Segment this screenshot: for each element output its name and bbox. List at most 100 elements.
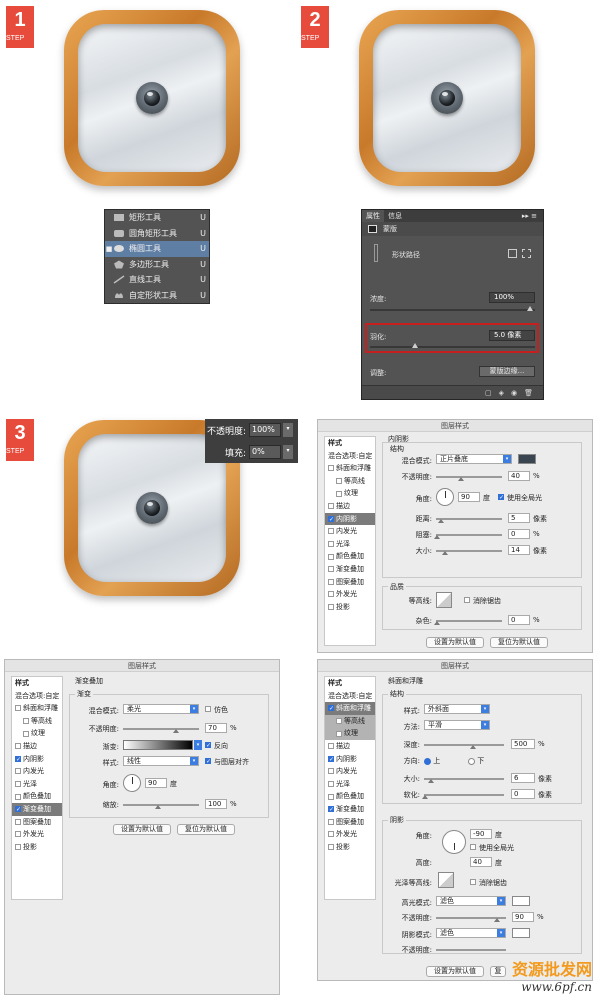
checkbox[interactable]: ✓ bbox=[15, 755, 21, 762]
soften-slider-handle[interactable] bbox=[422, 795, 428, 799]
reset-default-button[interactable]: 复位为默认值 bbox=[490, 637, 548, 648]
distance-slider[interactable] bbox=[436, 518, 502, 520]
style-item-bevel[interactable]: 斜面和浮雕 bbox=[325, 462, 375, 475]
reset-default-button[interactable]: 复位为默认值 bbox=[177, 824, 235, 835]
checkbox[interactable] bbox=[328, 503, 334, 510]
radio-down[interactable] bbox=[468, 757, 475, 765]
checkbox[interactable] bbox=[328, 604, 334, 611]
soften-input[interactable]: 0 bbox=[511, 789, 535, 799]
angle-input[interactable]: 90 bbox=[145, 778, 167, 788]
menu-item-ellipse-tool[interactable]: ■ 椭圆工具 U bbox=[105, 241, 209, 257]
add-mask-icon[interactable] bbox=[508, 249, 517, 258]
style-item-color-overlay[interactable]: 颜色叠加 bbox=[325, 550, 375, 563]
chevron-down-icon[interactable]: ▾ bbox=[194, 740, 202, 750]
opacity-input[interactable]: 70 bbox=[205, 723, 227, 733]
checkbox[interactable] bbox=[15, 768, 21, 775]
feather-slider[interactable] bbox=[370, 346, 535, 348]
highlight-color-swatch[interactable] bbox=[512, 896, 530, 906]
menu-item-custom-shape-tool[interactable]: 自定形状工具 U bbox=[105, 288, 209, 304]
style-item-contour[interactable]: 等高线 bbox=[12, 715, 62, 728]
noise-input[interactable]: 0 bbox=[508, 615, 530, 625]
radio-up[interactable] bbox=[424, 757, 431, 765]
direction-up-option[interactable]: 上 bbox=[424, 756, 440, 766]
style-item-texture[interactable]: 纹理 bbox=[12, 727, 62, 740]
checkbox[interactable] bbox=[15, 781, 21, 788]
style-item-pattern-overlay[interactable]: 图案叠加 bbox=[12, 816, 62, 829]
checkbox[interactable] bbox=[23, 718, 29, 725]
checkbox[interactable] bbox=[15, 743, 21, 750]
contour-preview[interactable] bbox=[436, 592, 452, 608]
style-item-outer-glow[interactable]: 外发光 bbox=[325, 588, 375, 601]
style-item-outer-glow[interactable]: 外发光 bbox=[12, 828, 62, 841]
global-light-checkbox[interactable] bbox=[470, 844, 476, 850]
panel-menu-icon[interactable]: ▸▸ ≡ bbox=[522, 212, 543, 220]
scale-input[interactable]: 100 bbox=[205, 799, 227, 809]
checkbox[interactable] bbox=[328, 591, 334, 598]
style-item-satin[interactable]: 光泽 bbox=[325, 778, 375, 791]
opacity-input[interactable]: 40 bbox=[508, 471, 530, 481]
noise-slider[interactable] bbox=[436, 620, 502, 622]
anti-alias-checkbox[interactable] bbox=[464, 597, 470, 603]
style-item-inner-glow[interactable]: 内发光 bbox=[325, 525, 375, 538]
blend-mode-select[interactable]: 正片叠底 ▾ bbox=[436, 454, 512, 464]
style-item-pattern-overlay[interactable]: 图案叠加 bbox=[325, 816, 375, 829]
style-item-gradient-overlay[interactable]: 渐变叠加 bbox=[325, 563, 375, 576]
depth-slider-handle[interactable] bbox=[470, 745, 476, 749]
style-item-blending[interactable]: 混合选项:自定 bbox=[12, 690, 62, 703]
shadow-opacity-slider[interactable] bbox=[436, 949, 506, 951]
vector-mask-icon[interactable] bbox=[522, 249, 531, 258]
size-input[interactable]: 6 bbox=[511, 773, 535, 783]
checkbox[interactable] bbox=[328, 465, 334, 472]
style-item-contour[interactable]: 等高线 bbox=[325, 714, 375, 728]
fill-input[interactable]: 0% bbox=[249, 445, 281, 459]
checkbox[interactable] bbox=[336, 730, 342, 737]
highlight-mode-select[interactable]: 滤色 ▾ bbox=[436, 896, 506, 906]
direction-down-option[interactable]: 下 bbox=[468, 756, 484, 766]
selection-icon[interactable]: ▢ bbox=[485, 389, 492, 397]
style-item-inner-shadow[interactable]: ✓ 内阴影 bbox=[325, 512, 375, 526]
choke-slider-handle[interactable] bbox=[434, 535, 440, 539]
checkbox[interactable] bbox=[328, 541, 334, 548]
style-item-blending[interactable]: 混合选项:自定 bbox=[325, 450, 375, 463]
opacity-slider-handle[interactable] bbox=[173, 729, 179, 733]
style-item-bevel[interactable]: 斜面和浮雕 bbox=[12, 702, 62, 715]
depth-input[interactable]: 500 bbox=[511, 739, 535, 749]
checkbox[interactable] bbox=[328, 844, 334, 851]
shadow-color-swatch[interactable] bbox=[512, 928, 530, 938]
visibility-icon[interactable]: ◉ bbox=[511, 389, 517, 397]
style-item-texture[interactable]: 纹理 bbox=[325, 487, 375, 500]
soften-slider[interactable] bbox=[424, 794, 504, 796]
checkbox[interactable] bbox=[328, 578, 334, 585]
scale-slider-handle[interactable] bbox=[155, 805, 161, 809]
checkbox[interactable] bbox=[328, 793, 334, 800]
style-item-blending[interactable]: 混合选项:自定 bbox=[325, 690, 375, 703]
angle-dial[interactable] bbox=[123, 774, 141, 792]
dither-checkbox[interactable] bbox=[205, 706, 211, 712]
angle-input[interactable]: -90 bbox=[470, 829, 492, 839]
tab-properties[interactable]: 属性 bbox=[362, 210, 384, 222]
checkbox[interactable] bbox=[15, 844, 21, 851]
style-item-gradient-overlay[interactable]: ✓ 渐变叠加 bbox=[12, 802, 62, 816]
menu-item-line-tool[interactable]: 直线工具 U bbox=[105, 272, 209, 288]
tab-info[interactable]: 信息 bbox=[384, 210, 406, 222]
blend-mode-select[interactable]: 柔光 ▾ bbox=[123, 704, 199, 714]
opacity-dropdown-icon[interactable]: ▾ bbox=[283, 423, 293, 437]
style-item-stroke[interactable]: 描边 bbox=[325, 740, 375, 753]
angle-dial[interactable] bbox=[442, 830, 466, 854]
style-item-gradient-overlay[interactable]: ✓ 渐变叠加 bbox=[325, 803, 375, 816]
checkbox[interactable] bbox=[328, 566, 334, 573]
style-select[interactable]: 外斜面 ▾ bbox=[424, 704, 490, 714]
checkbox[interactable] bbox=[15, 793, 21, 800]
checkbox[interactable] bbox=[336, 478, 342, 485]
checkbox[interactable]: ✓ bbox=[15, 806, 21, 813]
highlight-opacity-input[interactable]: 90 bbox=[512, 912, 534, 922]
style-item-inner-shadow[interactable]: ✓ 内阴影 bbox=[12, 753, 62, 766]
style-item-contour[interactable]: 等高线 bbox=[325, 475, 375, 488]
style-item-satin[interactable]: 光泽 bbox=[12, 778, 62, 791]
style-item-drop-shadow[interactable]: 投影 bbox=[325, 841, 375, 854]
style-item-drop-shadow[interactable]: 投影 bbox=[12, 841, 62, 854]
opacity-slider[interactable] bbox=[436, 476, 502, 478]
gloss-contour-preview[interactable] bbox=[438, 872, 454, 888]
method-select[interactable]: 平滑 ▾ bbox=[424, 720, 490, 730]
reverse-checkbox[interactable]: ✓ bbox=[205, 742, 211, 749]
